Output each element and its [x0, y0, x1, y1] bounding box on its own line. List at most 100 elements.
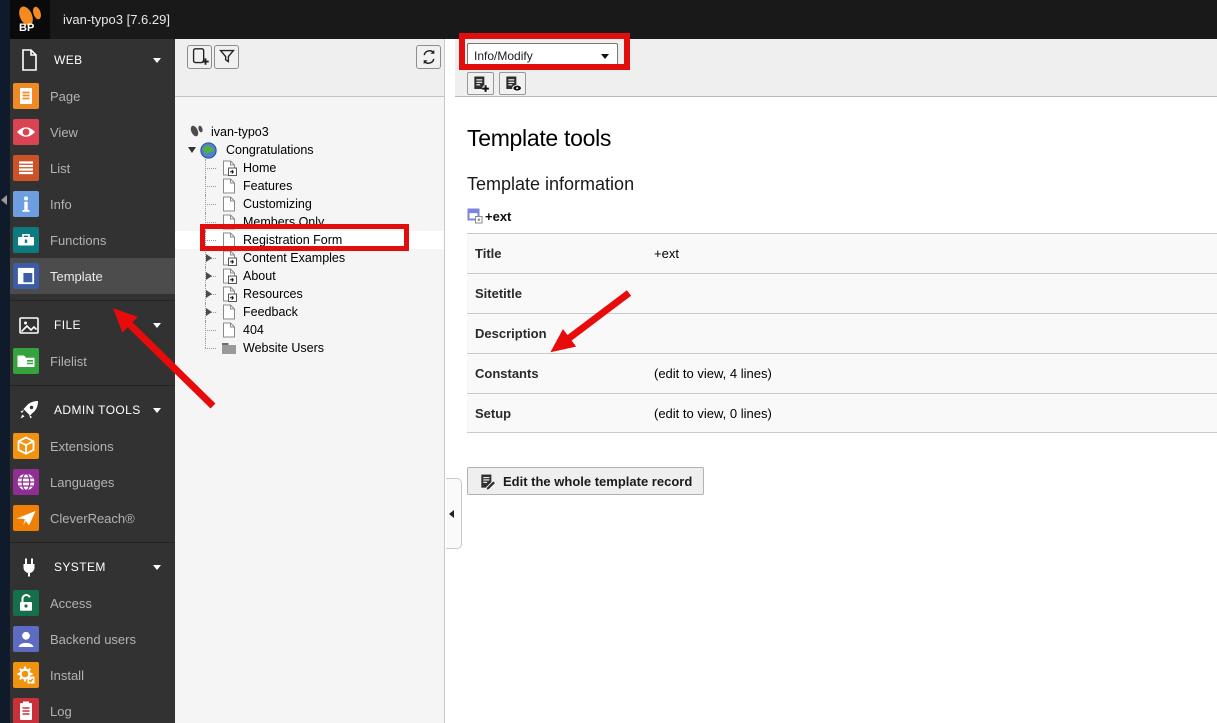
- folder-icon: [222, 343, 236, 354]
- section-web[interactable]: WEB: [10, 42, 175, 78]
- list-icon: [19, 161, 33, 175]
- template-record[interactable]: +ext: [467, 208, 1217, 224]
- expand-toggle-icon[interactable]: [206, 290, 212, 298]
- expand-toggle-icon[interactable]: [206, 272, 212, 280]
- section-divider: [10, 542, 175, 543]
- edit-template-record-button[interactable]: Edit the whole template record: [467, 467, 705, 495]
- document-icon: [22, 49, 37, 71]
- table-row: Description: [467, 313, 1217, 353]
- function-menu-select[interactable]: Info/Modify: [467, 43, 618, 68]
- new-page-icon: [192, 48, 209, 65]
- toolbox-icon: [18, 233, 34, 246]
- tree-node-root[interactable]: ivan-typo3: [175, 123, 444, 141]
- page-icon: [223, 322, 235, 338]
- sidebar-item-template[interactable]: Template: [10, 258, 175, 294]
- sidebar-item-functions[interactable]: Functions: [10, 222, 175, 258]
- page-shortcut-icon: [223, 268, 237, 284]
- module-menu-collapse-rail[interactable]: [0, 0, 10, 723]
- sidebar-item-backend-users[interactable]: Backend users: [10, 621, 175, 657]
- tree-node-congratulations[interactable]: Congratulations: [175, 141, 444, 159]
- sidebar-item-languages[interactable]: Languages: [10, 464, 175, 500]
- section-title: Template information: [467, 174, 635, 194]
- expand-toggle-icon[interactable]: [206, 254, 212, 262]
- folder-icon: [17, 355, 35, 367]
- refresh-icon: [423, 49, 434, 65]
- tree-node-content-examples[interactable]: Content Examples: [175, 249, 444, 267]
- sidebar-item-page[interactable]: Page: [10, 78, 175, 114]
- tree-connector: [205, 285, 221, 303]
- page-tree-panel: ivan-typo3 Congratulations Home Features…: [175, 39, 445, 723]
- site-title: ivan-typo3 [7.6.29]: [63, 12, 170, 27]
- tree-node-home[interactable]: Home: [175, 159, 444, 177]
- sidebar-item-filelist[interactable]: Filelist: [10, 343, 175, 379]
- sidebar-item-list[interactable]: List: [10, 150, 175, 186]
- template-icon: [17, 267, 35, 285]
- section-divider: [10, 300, 175, 301]
- tree-connector: [205, 321, 221, 339]
- tree-connector: [205, 249, 221, 267]
- tree-collapse-handle[interactable]: [446, 478, 462, 549]
- chevron-down-icon: [153, 323, 161, 328]
- section-system[interactable]: SYSTEM: [10, 549, 175, 585]
- doc-header: Info/Modify: [455, 39, 1217, 97]
- page-shortcut-icon: [223, 160, 237, 176]
- sidebar-item-log[interactable]: Log: [10, 693, 175, 723]
- section-file[interactable]: FILE: [10, 307, 175, 343]
- sidebar-item-extensions[interactable]: Extensions: [10, 428, 175, 464]
- tree-node-404[interactable]: 404: [175, 321, 444, 339]
- table-row: Title +ext: [467, 233, 1217, 273]
- gear-icon: [17, 666, 35, 684]
- expand-toggle-icon[interactable]: [206, 308, 212, 316]
- cube-icon: [17, 436, 35, 455]
- tree-node-registration-form[interactable]: Registration Form: [175, 231, 444, 249]
- eye-icon: [17, 127, 35, 137]
- template-record-icon: [467, 208, 483, 224]
- collapse-toggle-icon[interactable]: [188, 147, 200, 153]
- tree-node-features[interactable]: Features: [175, 177, 444, 195]
- tree-connector: [205, 195, 221, 213]
- tree-node-website-users[interactable]: Website Users: [175, 339, 444, 357]
- log-icon: [20, 701, 32, 720]
- paper-plane-icon: [16, 511, 36, 526]
- page-shortcut-icon: [223, 286, 237, 302]
- document-eye-icon: [505, 76, 522, 91]
- sidebar-item-view[interactable]: View: [10, 114, 175, 150]
- document-plus-icon: [473, 76, 489, 92]
- sidebar-item-install[interactable]: Install: [10, 657, 175, 693]
- table-row: Setup (edit to view, 0 lines): [467, 393, 1217, 433]
- tree-node-feedback[interactable]: Feedback: [175, 303, 444, 321]
- tree-node-customizing[interactable]: Customizing: [175, 195, 444, 213]
- page-icon: [20, 88, 32, 104]
- tree-node-about[interactable]: About: [175, 267, 444, 285]
- sidebar-item-cleverreach[interactable]: CleverReach®: [10, 500, 175, 536]
- page-title: Template tools: [467, 125, 612, 151]
- globe-icon: [17, 473, 35, 491]
- chevron-down-icon: [153, 408, 161, 413]
- section-divider: [10, 385, 175, 386]
- record-name: +ext: [485, 208, 512, 224]
- rocket-icon: [20, 401, 38, 419]
- tree-connector: [205, 339, 221, 357]
- tree-connector: [205, 231, 221, 249]
- top-bar: BP ivan-typo3 [7.6.29]: [0, 0, 1217, 39]
- collapse-left-icon: [449, 510, 454, 518]
- sidebar-item-info[interactable]: Info: [10, 186, 175, 222]
- new-template-button[interactable]: [467, 72, 494, 95]
- refresh-button[interactable]: [416, 45, 441, 69]
- tree-node-resources[interactable]: Resources: [175, 285, 444, 303]
- filter-button[interactable]: [214, 45, 239, 69]
- page-icon: [223, 232, 235, 248]
- new-page-button[interactable]: [187, 45, 212, 69]
- collapse-left-icon: [1, 195, 7, 205]
- view-template-button[interactable]: [499, 72, 526, 95]
- tree-connector: [205, 213, 221, 231]
- section-admin-tools[interactable]: ADMIN TOOLS: [10, 392, 175, 428]
- sidebar-item-access[interactable]: Access: [10, 585, 175, 621]
- page-icon: [223, 304, 235, 320]
- typo3-logo[interactable]: BP: [10, 0, 50, 39]
- page-shortcut-icon: [223, 250, 237, 266]
- tree-node-members-only[interactable]: Members Only: [175, 213, 444, 231]
- table-row: Sitetitle: [467, 273, 1217, 313]
- page-icon: [223, 178, 235, 194]
- chevron-down-icon: [153, 58, 161, 63]
